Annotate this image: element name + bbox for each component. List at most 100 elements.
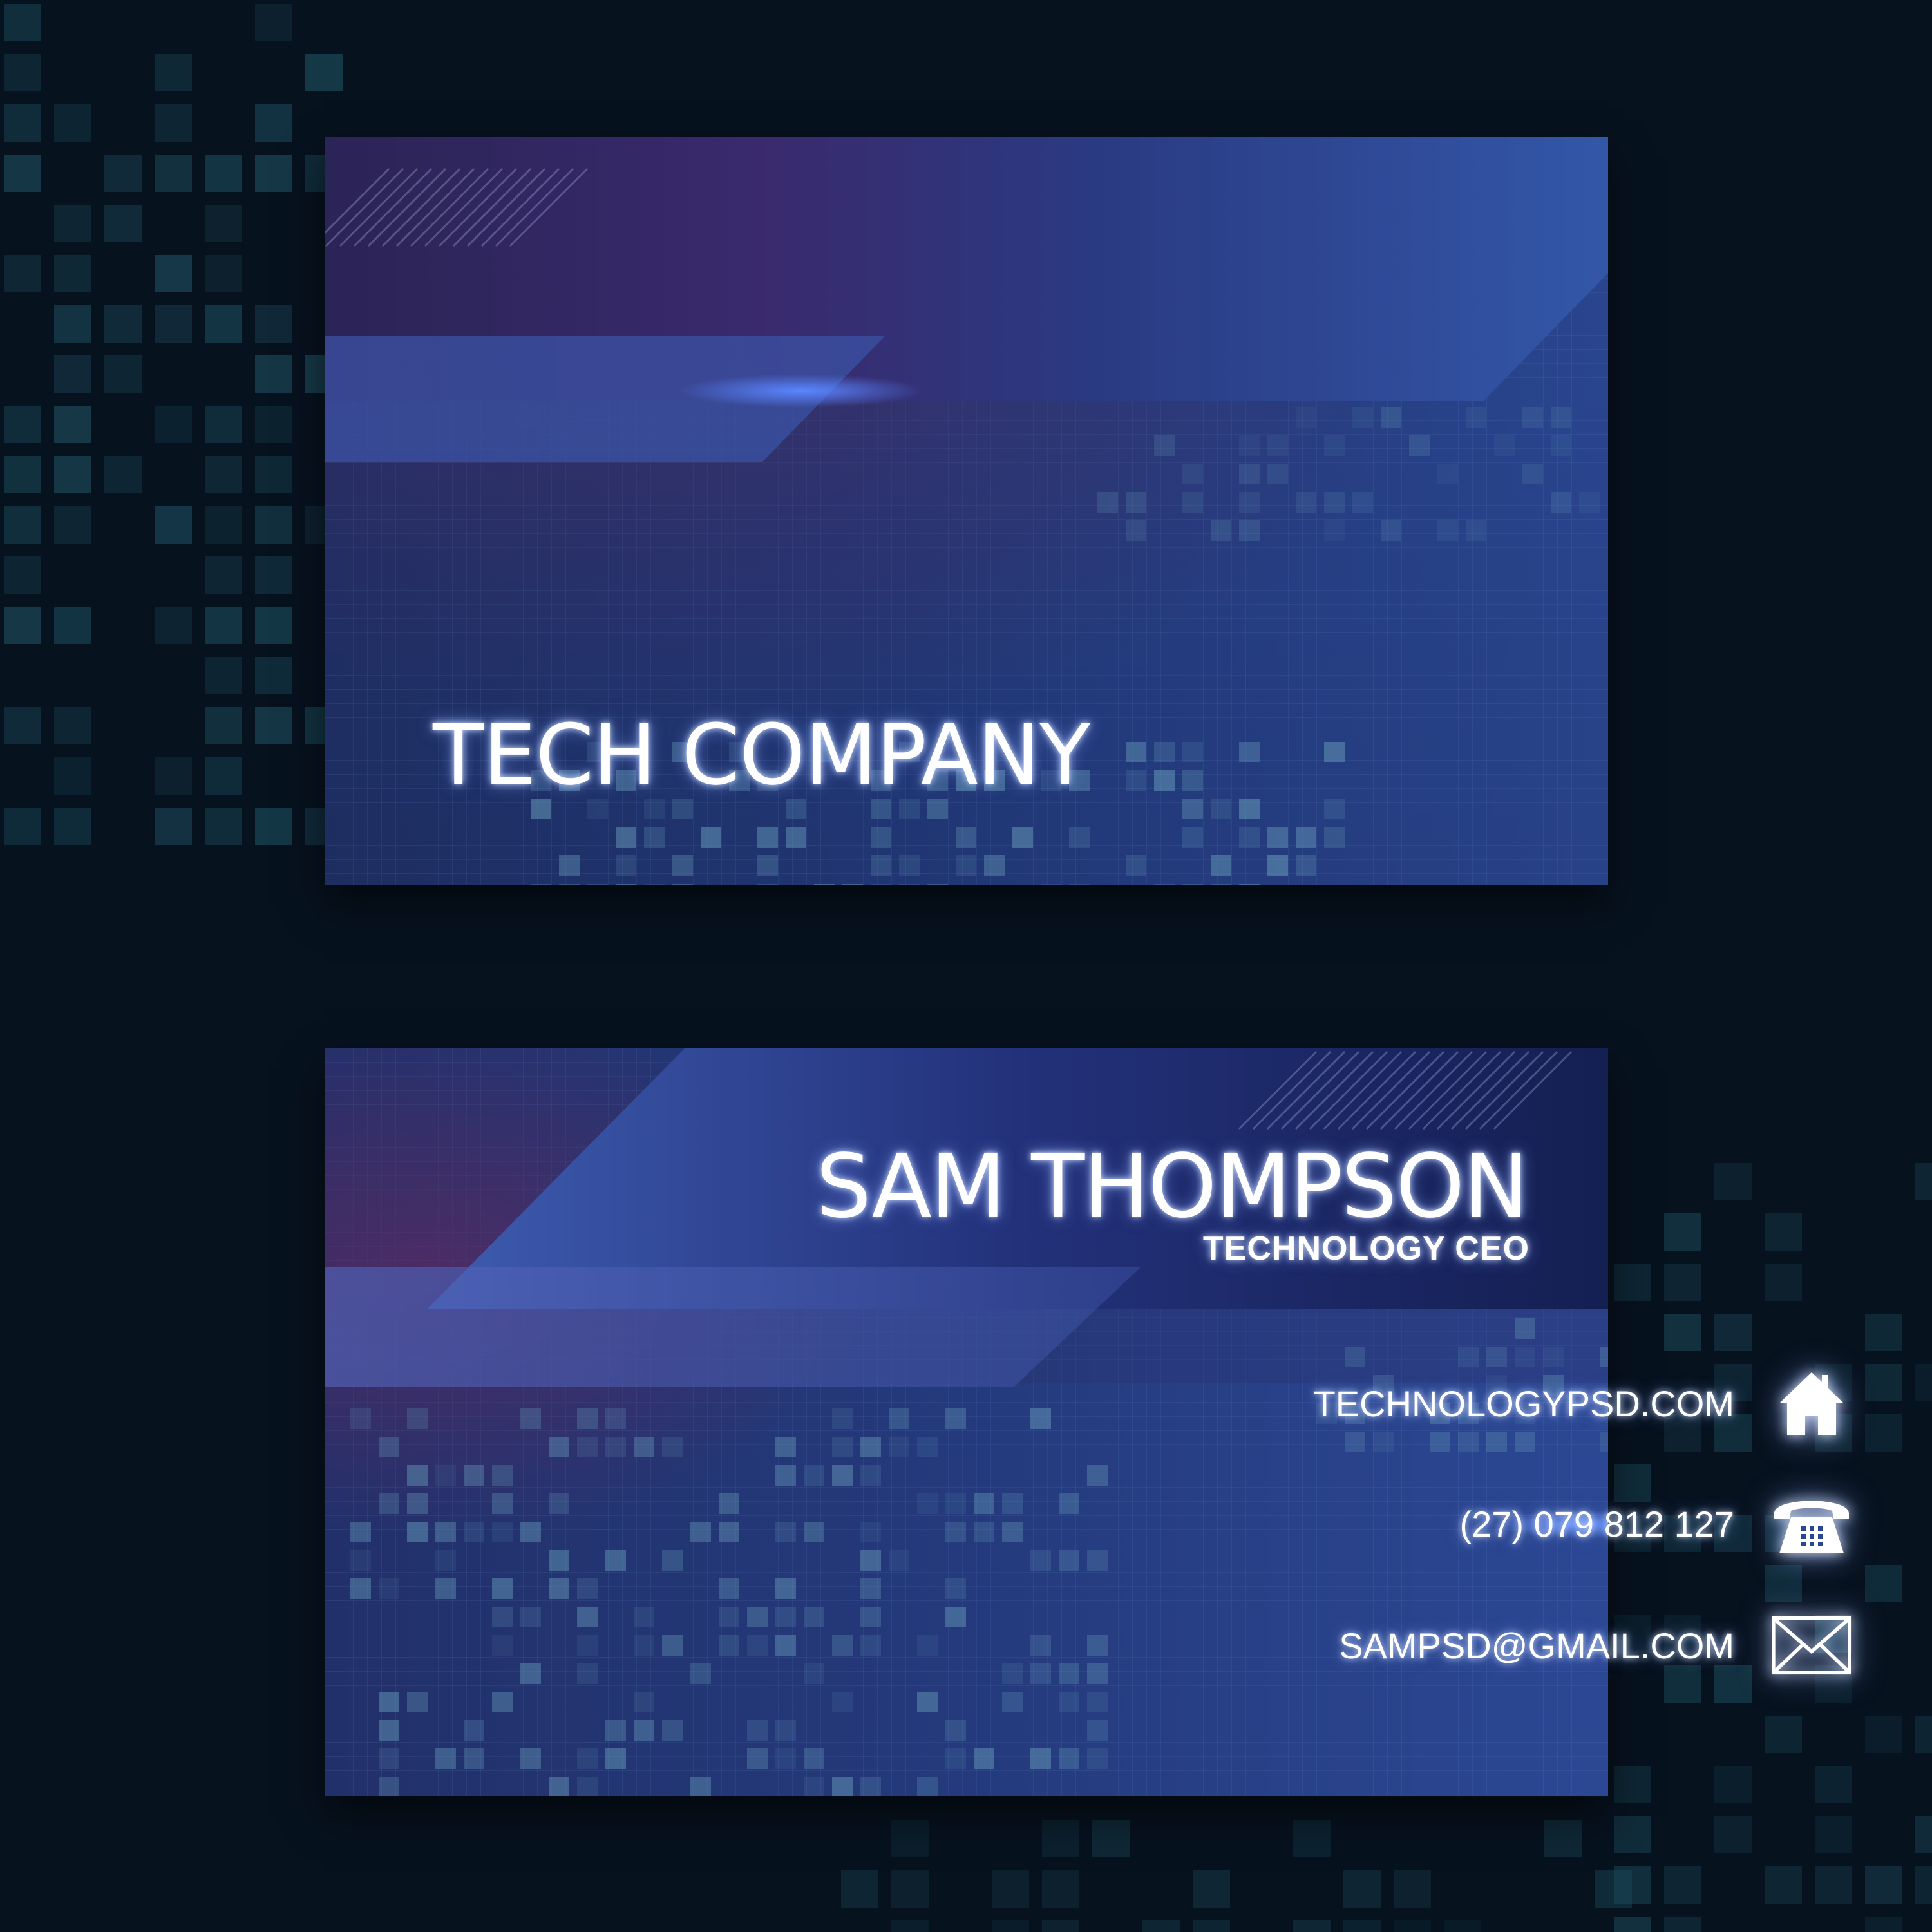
card-square (1002, 1692, 1023, 1712)
card-square (832, 1465, 853, 1486)
bg-square (1293, 1920, 1331, 1932)
bg-square (1865, 1866, 1902, 1904)
card-square (1154, 770, 1175, 791)
card-square (1002, 1663, 1023, 1684)
card-square (832, 1635, 853, 1656)
card-square (945, 1493, 966, 1514)
card-square (1182, 464, 1203, 484)
card-square (559, 884, 580, 885)
bg-square (4, 808, 41, 845)
card-square (1324, 520, 1345, 541)
card-square (435, 1578, 456, 1599)
card-square (1296, 407, 1316, 428)
card-square (1126, 520, 1146, 541)
card-square (1551, 435, 1571, 456)
card-square (662, 1635, 683, 1656)
card-square (616, 884, 636, 885)
card-square (531, 884, 551, 885)
card-square (634, 1635, 654, 1656)
card-square (1182, 492, 1203, 513)
bg-square (205, 657, 242, 694)
card-square (634, 1437, 654, 1457)
bg-square (205, 305, 242, 343)
bg-square (155, 155, 192, 192)
bg-square (205, 757, 242, 795)
card-square (1087, 1748, 1108, 1769)
contact-email: SAMPSD@GMAIL.COM (1339, 1607, 1852, 1684)
bg-square (255, 657, 292, 694)
card-square (1030, 1748, 1051, 1769)
card-square (1211, 520, 1231, 541)
bg-square (155, 104, 192, 142)
card-square (1059, 1493, 1079, 1514)
card-square (492, 1578, 513, 1599)
card-square (605, 1437, 626, 1457)
bg-square (1664, 1314, 1701, 1351)
card-square (662, 1720, 683, 1741)
card-square (1296, 492, 1316, 513)
card-square (379, 1777, 399, 1796)
card-square (520, 1607, 541, 1627)
card-square (945, 1607, 966, 1627)
bg-square (891, 1920, 929, 1932)
card-square (1352, 407, 1373, 428)
bg-square (155, 255, 192, 292)
card-square (1059, 1692, 1079, 1712)
card-square (1087, 1663, 1108, 1684)
website-text[interactable]: TECHNOLOGYPSD.COM (1314, 1383, 1734, 1425)
bg-square (1815, 1816, 1852, 1853)
card-square (1059, 1550, 1079, 1571)
card-square (1154, 742, 1175, 762)
card-square (1324, 435, 1345, 456)
card-square (464, 1720, 484, 1741)
bg-square (155, 406, 192, 443)
card-square (775, 1635, 796, 1656)
phone-text[interactable]: (27) 079 812 127 (1459, 1503, 1734, 1545)
bg-square (1042, 1920, 1079, 1932)
bg-square (255, 808, 292, 845)
card-square (577, 1408, 598, 1429)
bg-square (1915, 1364, 1932, 1401)
card-square (1041, 884, 1061, 885)
card-square (1211, 855, 1231, 876)
person-name: SAM THOMPSON (815, 1136, 1529, 1238)
card-square (860, 1465, 881, 1486)
company-name: TECH COMPANY (433, 706, 1090, 804)
card-square (757, 855, 778, 876)
card-square (435, 1465, 456, 1486)
bg-square (1865, 1565, 1902, 1602)
card-square (577, 1607, 598, 1627)
bg-square (1293, 1820, 1331, 1857)
card-square (662, 1437, 683, 1457)
bg-square (1915, 1816, 1932, 1853)
card-square (690, 1663, 711, 1684)
bg-square (1664, 1264, 1701, 1301)
bg-square (1042, 1820, 1079, 1857)
card-square (616, 855, 636, 876)
email-text[interactable]: SAMPSD@GMAIL.COM (1339, 1625, 1734, 1667)
bg-square (1865, 1917, 1902, 1932)
card-square (1154, 884, 1175, 885)
card-square (1239, 884, 1260, 885)
card-square (520, 1748, 541, 1769)
bg-square (255, 707, 292, 744)
card-square (757, 884, 778, 885)
card-square (1296, 855, 1316, 876)
card-square (1182, 884, 1203, 885)
card-square (701, 827, 721, 848)
card-square (1579, 492, 1600, 513)
bg-square (1865, 1716, 1902, 1753)
card-square (804, 1607, 824, 1627)
card-square (492, 1465, 513, 1486)
bg-square (205, 456, 242, 493)
bg-square (104, 155, 142, 192)
bg-square (1765, 1716, 1802, 1753)
card-square (520, 1522, 541, 1542)
card-square (974, 1522, 994, 1542)
card-square (814, 884, 835, 885)
card-square (889, 1437, 909, 1457)
card-square (927, 884, 948, 885)
card-square (350, 1408, 371, 1429)
card-square (917, 1777, 938, 1796)
card-square (616, 827, 636, 848)
